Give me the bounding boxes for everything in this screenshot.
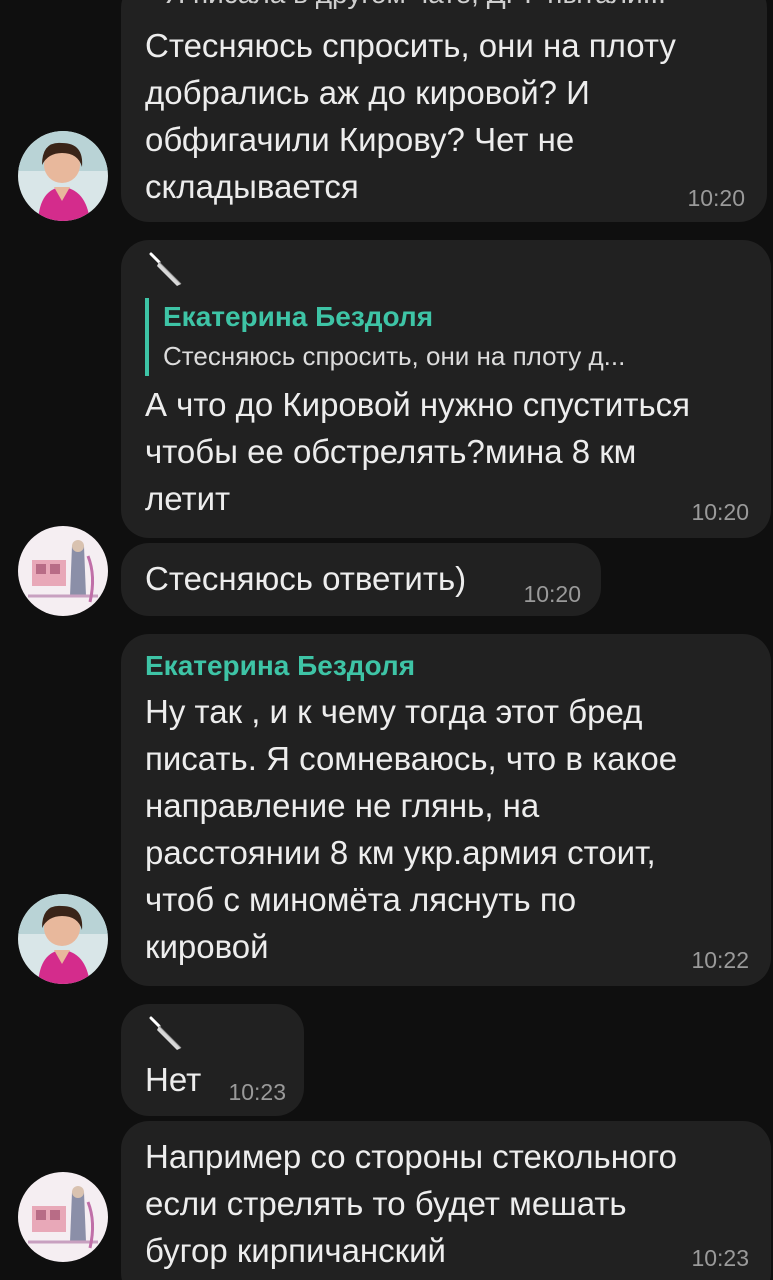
- message-text: Нет: [145, 1061, 202, 1098]
- avatar[interactable]: [18, 894, 108, 984]
- reply-text: Стесняюсь спросить, они на плоту д...: [163, 341, 626, 371]
- message-time: 10:20: [691, 499, 749, 525]
- message-time: 10:23: [691, 1245, 749, 1271]
- message-text: Стесняюсь спросить, они на плоту добрали…: [145, 27, 676, 205]
- avatar-drawing-icon: [18, 1172, 108, 1262]
- avatar-woman-icon: [18, 131, 108, 221]
- message-bubble[interactable]: Нет 10:23: [121, 1004, 304, 1116]
- message-text: Стесняюсь ответить): [145, 560, 467, 597]
- reply-snippet[interactable]: Я писала в другом чате, ДРГ пытали...: [165, 0, 666, 10]
- message-text: Например со стороны стекольного если стр…: [145, 1138, 677, 1269]
- reply-sender-name: Екатерина Бездоля: [163, 301, 434, 332]
- avatar-woman-icon: [18, 894, 108, 984]
- message-bubble[interactable]: Екатерина Бездоля Стесняюсь спросить, он…: [121, 240, 771, 538]
- knife-icon: [149, 252, 182, 286]
- avatar[interactable]: [18, 131, 108, 221]
- knife-icon: [149, 1016, 182, 1050]
- message-time: 10:22: [691, 947, 749, 973]
- message-bubble[interactable]: Я писала в другом чате, ДРГ пытали... Ст…: [121, 0, 767, 222]
- avatar-drawing-icon: [18, 526, 108, 616]
- message-time: 10:20: [687, 185, 745, 211]
- message-bubble[interactable]: Стесняюсь ответить) 10:20: [121, 543, 601, 616]
- message-bubble[interactable]: Например со стороны стекольного если стр…: [121, 1121, 771, 1280]
- avatar[interactable]: [18, 1172, 108, 1262]
- message-time: 10:20: [523, 581, 581, 607]
- message-text: Ну так , и к чему тогда этот бред писать…: [145, 693, 678, 965]
- avatar[interactable]: [18, 526, 108, 616]
- reply-preview[interactable]: Екатерина Бездоля Стесняюсь спросить, он…: [145, 298, 625, 376]
- message-text: А что до Кировой нужно спуститься чтобы …: [145, 386, 691, 517]
- chat-view: Я писала в другом чате, ДРГ пытали... Ст…: [0, 0, 773, 1280]
- message-bubble[interactable]: Екатерина Бездоля Ну так , и к чему тогд…: [121, 634, 771, 986]
- sender-name[interactable]: Екатерина Бездоля: [145, 650, 415, 682]
- message-time: 10:23: [228, 1079, 286, 1105]
